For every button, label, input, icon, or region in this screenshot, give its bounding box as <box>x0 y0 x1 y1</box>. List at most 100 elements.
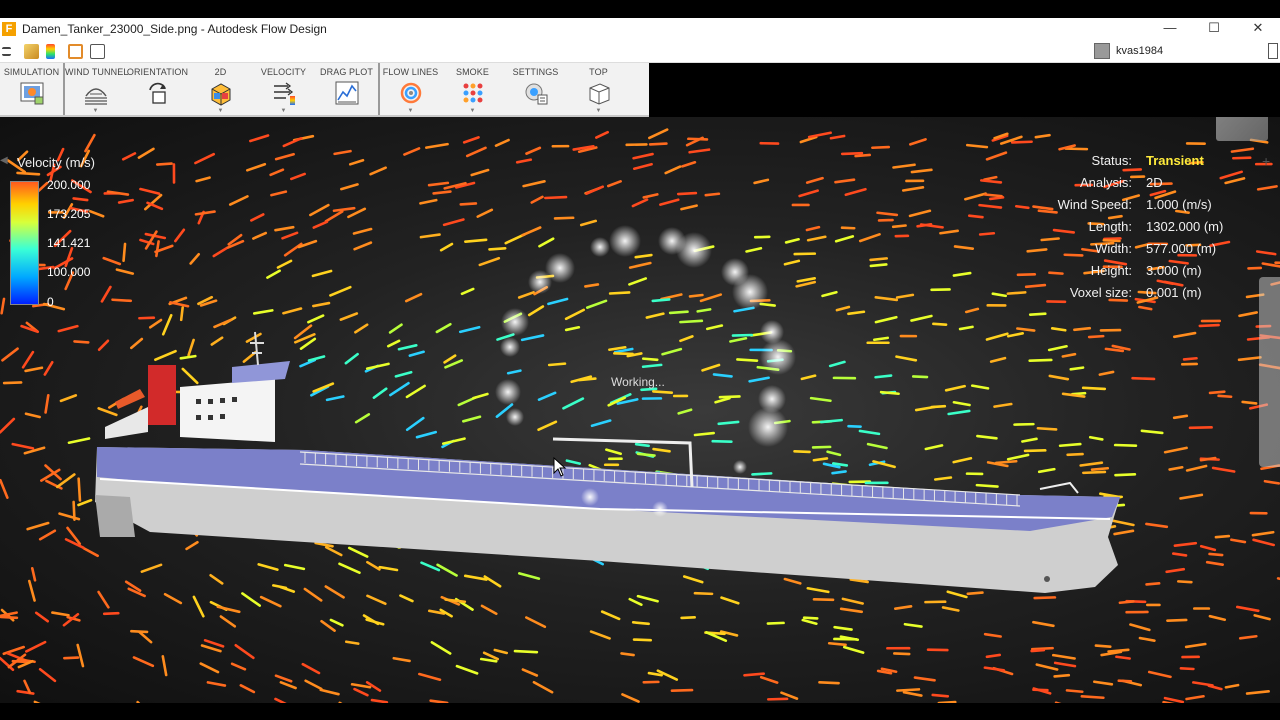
smoke-puff <box>652 501 668 517</box>
ribbon-toolbar: SIMULATION WIND TUNNEL ▼ ORIENTATION 2D <box>0 63 649 117</box>
legend-color-bar <box>10 181 39 305</box>
2d-cube-icon <box>211 83 230 106</box>
ribbon-top-button[interactable]: TOP ▼ <box>567 63 630 115</box>
status-row: Voxel size: 0.001 (m) <box>980 285 1280 305</box>
ribbon-smoke-button[interactable]: SMOKE ▼ <box>441 63 504 115</box>
status-row: Length: 1302.000 (m) <box>980 219 1280 239</box>
maximize-button[interactable]: ☐ <box>1192 18 1236 39</box>
window-titlebar: F Damen_Tanker_23000_Side.png - Autodesk… <box>0 18 1280 39</box>
ribbon-simulation-button[interactable]: SIMULATION <box>0 63 63 115</box>
smoke-puff <box>748 407 788 447</box>
chevron-down-icon: ▼ <box>92 108 99 114</box>
smoke-puff <box>506 408 524 426</box>
status-row: Analysis: 2D <box>980 175 1280 195</box>
navigation-bar[interactable] <box>1259 277 1280 467</box>
working-indicator: Working... <box>611 375 665 389</box>
drag-plot-icon <box>335 81 358 105</box>
top-view-cube-icon <box>589 83 609 105</box>
smoke-puff <box>732 274 768 310</box>
smoke-puff <box>760 339 796 375</box>
smoke-puff <box>495 379 521 405</box>
status-value: 1.000 (m/s) <box>1146 197 1212 212</box>
chevron-down-icon: ▼ <box>469 108 476 114</box>
window-title: Damen_Tanker_23000_Side.png - Autodesk F… <box>22 21 327 36</box>
ribbon-label: FLOW LINES <box>382 67 439 77</box>
status-key: Voxel size: <box>1069 285 1132 300</box>
ribbon-label: WIND TUNNEL <box>65 67 129 77</box>
expand-icon[interactable]: + <box>1262 153 1270 169</box>
open-file-icon[interactable] <box>24 44 39 59</box>
smoke-puff <box>500 337 520 357</box>
view-cube[interactable]: TOP <box>1216 117 1268 141</box>
smoke-puff <box>658 227 686 255</box>
status-row: Height: 3.000 (m) <box>980 263 1280 283</box>
panel-toggle-icon[interactable] <box>1268 43 1278 59</box>
legend-value: 200.000 <box>47 178 91 192</box>
smoke-puff <box>501 308 529 336</box>
status-key: Analysis: <box>1079 175 1132 190</box>
chevron-down-icon: ▼ <box>280 108 287 114</box>
status-key: Width: <box>1095 241 1132 256</box>
window-controls: — ☐ ✕ <box>1148 18 1280 39</box>
smoke-icon <box>463 83 482 103</box>
smoke-puff <box>528 270 552 294</box>
ribbon-label: SETTINGS <box>512 67 559 77</box>
ribbon-settings-button[interactable]: SETTINGS <box>504 63 567 115</box>
user-account[interactable]: kvas1984 <box>1094 43 1163 59</box>
status-value: 3.000 (m) <box>1146 263 1202 278</box>
status-value: 1302.000 (m) <box>1146 219 1224 234</box>
legend-title: Velocity (m/s) <box>17 155 96 170</box>
ribbon-drag-plot-button[interactable]: DRAG PLOT <box>315 63 378 115</box>
ribbon-wind-tunnel-button[interactable]: WIND TUNNEL ▼ <box>63 63 129 115</box>
settings-icon <box>525 83 547 105</box>
ribbon-label: 2D <box>214 67 227 77</box>
ribbon-label: ORIENTATION <box>126 67 189 77</box>
smoke-puff <box>609 225 641 257</box>
minimize-button[interactable]: — <box>1148 18 1192 39</box>
ribbon-label: SIMULATION <box>3 67 60 77</box>
simulation-viewport[interactable]: Velocity (m/s) 200.000 173.205 141.421 1… <box>0 117 1280 703</box>
chevron-down-icon: ▼ <box>407 108 414 114</box>
legend-value: 0 <box>47 295 54 309</box>
status-value: 577.000 (m) <box>1146 241 1217 256</box>
flow-lines-icon <box>400 82 421 104</box>
status-value: 2D <box>1146 175 1163 190</box>
status-value: 0.001 (m) <box>1146 285 1202 300</box>
wind-tunnel-icon <box>84 88 107 105</box>
velocity-icon <box>273 82 295 105</box>
mouse-cursor-icon <box>553 457 567 477</box>
ribbon-velocity-button[interactable]: VELOCITY ▼ <box>252 63 315 115</box>
quick-access-bar: kvas1984 <box>0 39 1280 63</box>
simulation-icon <box>20 82 43 105</box>
status-row: Wind Speed: 1.000 (m/s) <box>980 197 1280 217</box>
chevron-down-icon: ▼ <box>217 108 224 114</box>
ribbon-label: TOP <box>589 67 608 77</box>
collapse-arrow-icon[interactable]: ◀ <box>0 155 8 166</box>
ribbon-2d-button[interactable]: 2D ▼ <box>189 63 252 115</box>
status-key: Wind Speed: <box>1057 197 1132 212</box>
ribbon-label: DRAG PLOT <box>320 67 373 77</box>
legend-value: 141.421 <box>47 236 91 250</box>
legend-value: 100.000 <box>47 265 91 279</box>
status-key: Length: <box>1088 219 1132 234</box>
ribbon-label: VELOCITY <box>260 67 307 77</box>
smoke-puff <box>590 237 610 257</box>
ribbon-orientation-button[interactable]: ORIENTATION <box>126 63 189 115</box>
color-scale-icon[interactable] <box>46 44 55 59</box>
window-icon[interactable] <box>90 44 105 59</box>
snapshot-icon[interactable] <box>68 44 83 59</box>
rotate-icon <box>148 82 166 104</box>
status-row: Status: Transient <box>980 153 1280 173</box>
user-name: kvas1984 <box>1116 45 1164 57</box>
menu-icon[interactable] <box>2 47 11 56</box>
smoke-puff <box>733 460 747 474</box>
status-value-transient: Transient <box>1146 153 1204 168</box>
chevron-down-icon: ▼ <box>595 108 602 114</box>
ribbon-flow-lines-button[interactable]: FLOW LINES ▼ <box>378 63 441 115</box>
status-key: Height: <box>1090 263 1132 278</box>
user-avatar-icon <box>1094 43 1110 59</box>
close-button[interactable]: ✕ <box>1236 18 1280 39</box>
smoke-puff <box>581 488 599 506</box>
status-key: Status: <box>1091 153 1132 168</box>
bottom-bar <box>0 703 1280 720</box>
